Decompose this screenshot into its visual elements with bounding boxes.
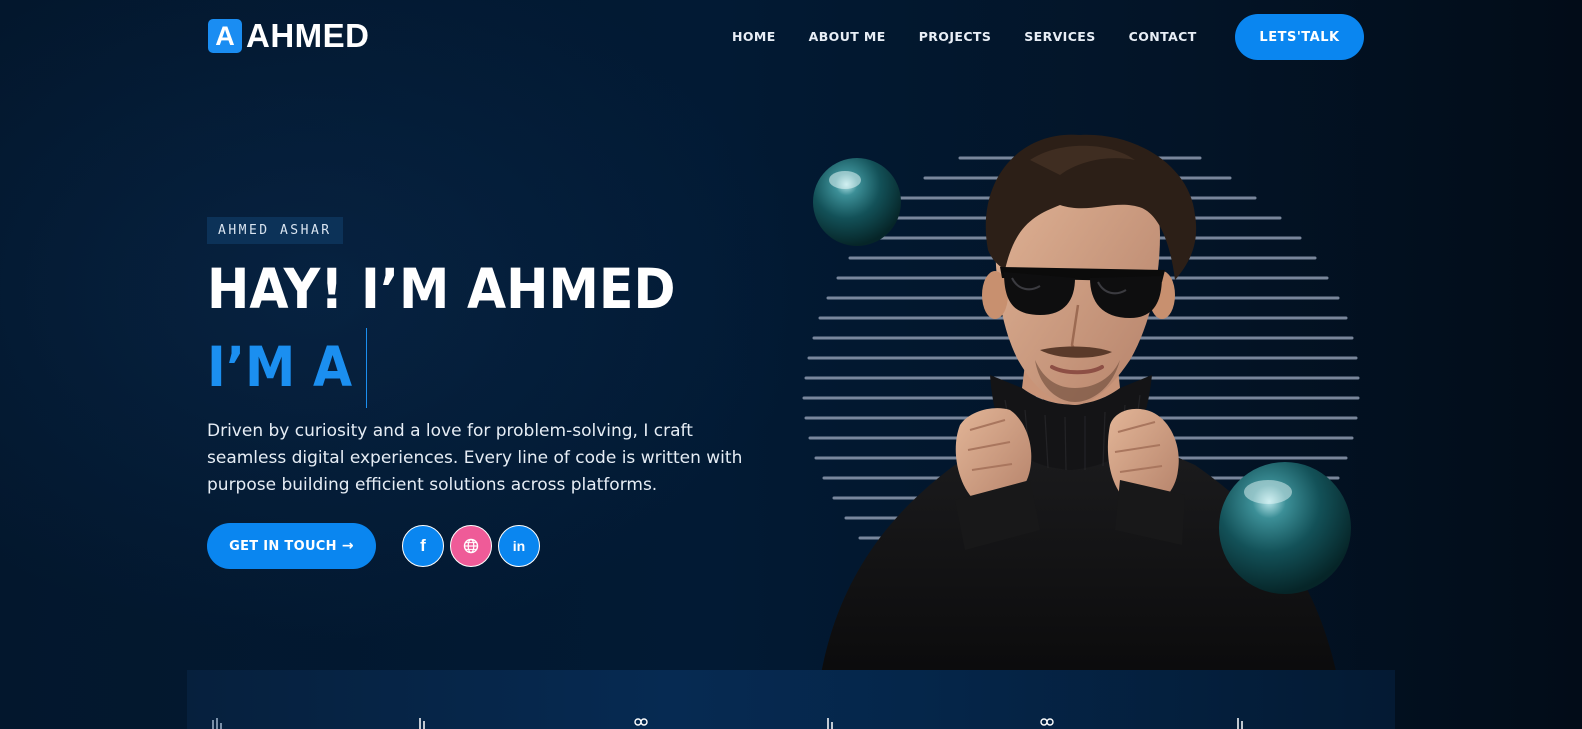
typing-text: I’M A: [207, 335, 353, 399]
globe-glyph: [463, 538, 479, 554]
logo-badge: A: [208, 19, 242, 53]
stat-icon: [212, 718, 222, 729]
stat-icon: [1040, 718, 1054, 726]
main-menu: HOME ABOUT ME PROJECTS SERVICES CONTACT: [732, 28, 1230, 46]
description-line: Driven by curiosity and a love for probl…: [207, 421, 693, 441]
facebook-icon[interactable]: f: [402, 525, 444, 567]
get-in-touch-label: GET IN TOUCH: [229, 538, 337, 554]
page: A AHMED HOME ABOUT ME PROJECTS SERVICES …: [0, 0, 1582, 729]
linkedin-icon[interactable]: in: [498, 525, 540, 567]
name-tag: AHMED ASHAR: [207, 217, 343, 244]
linkedin-glyph: in: [512, 538, 526, 554]
hero-title: HAY! I’M AHMED: [207, 257, 676, 321]
stats-strip: [187, 670, 1395, 729]
stat-icon: [419, 718, 425, 729]
arrow-right-icon: →: [341, 538, 354, 554]
nav-projects[interactable]: PROJECTS: [919, 28, 992, 46]
logo[interactable]: A AHMED: [208, 18, 370, 54]
hero-description: Driven by curiosity and a love for probl…: [207, 418, 767, 499]
logo-text: AHMED: [246, 17, 370, 54]
lets-talk-button[interactable]: LETS'TALK: [1235, 14, 1364, 60]
stat-icon: [634, 718, 648, 726]
stat-icon: [1237, 718, 1243, 729]
sphere-top: [813, 158, 901, 246]
typing-caret: [366, 328, 367, 408]
get-in-touch-button[interactable]: GET IN TOUCH →: [207, 523, 376, 569]
top-nav: A AHMED HOME ABOUT ME PROJECTS SERVICES …: [0, 0, 1582, 76]
social-links: f in: [402, 525, 546, 567]
nav-about-me[interactable]: ABOUT ME: [809, 28, 886, 46]
nav-services[interactable]: SERVICES: [1024, 28, 1095, 46]
description-line: seamless digital experiences. Every line…: [207, 448, 743, 468]
globe-icon[interactable]: [450, 525, 492, 567]
facebook-glyph: f: [420, 536, 426, 555]
sphere-bottom: [1219, 462, 1351, 594]
nav-contact[interactable]: CONTACT: [1129, 28, 1197, 46]
nav-home[interactable]: HOME: [732, 28, 776, 46]
hero-artwork: [790, 120, 1390, 680]
description-line: purpose building efficient solutions acr…: [207, 475, 658, 495]
portrait-illustration: [802, 134, 1360, 680]
stat-icon: [827, 718, 833, 729]
